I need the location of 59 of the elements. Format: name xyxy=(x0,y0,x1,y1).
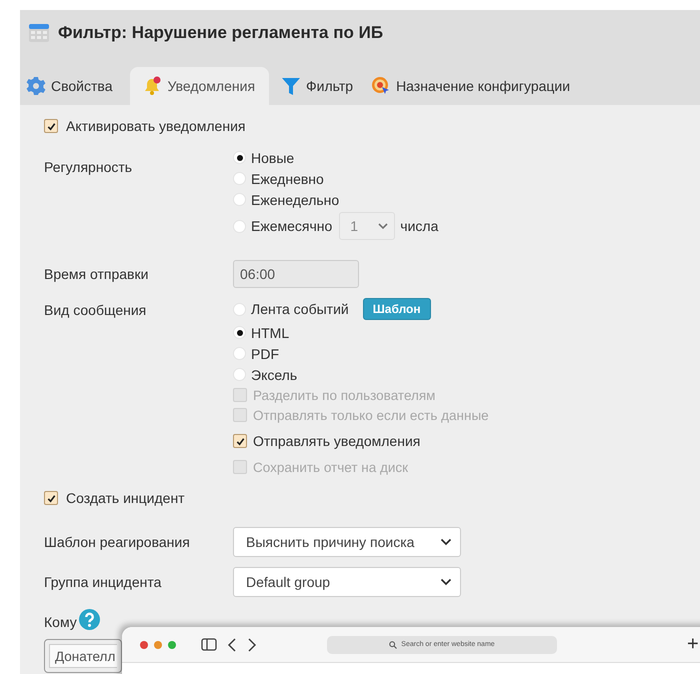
field-suffix: числа xyxy=(400,218,438,234)
tab[interactable]: Свойства xyxy=(22,67,126,105)
radio-label: Новые xyxy=(251,150,294,166)
checkmark-icon xyxy=(234,436,246,446)
calendar-icon xyxy=(28,23,50,43)
tab[interactable]: Фильтр xyxy=(277,67,368,105)
time-field[interactable]: 06:00 xyxy=(233,260,359,288)
radio-button[interactable] xyxy=(233,368,246,381)
checkbox-label: Активировать уведомления xyxy=(66,118,246,134)
field-label: Кому xyxy=(44,613,77,630)
checkbox-label: Отправлять только если есть данные xyxy=(253,408,489,422)
gear-icon xyxy=(26,76,46,96)
radio-button[interactable] xyxy=(233,172,246,185)
field-label: Группа инцидента xyxy=(44,574,162,590)
checkbox-label: Создать инцидент xyxy=(66,490,185,506)
radio-label: Лента событий xyxy=(251,301,349,317)
checkbox[interactable] xyxy=(233,434,247,448)
new-tab-button[interactable]: + xyxy=(687,633,699,656)
radio-button[interactable] xyxy=(233,220,246,232)
checkbox[interactable] xyxy=(44,491,58,505)
radio-button[interactable] xyxy=(233,193,246,206)
field-label: Время отправки xyxy=(44,266,150,282)
bell-icon xyxy=(142,76,162,96)
radio-button[interactable] xyxy=(233,326,246,339)
window-title: Фильтр: Нарушение регламента по ИБ xyxy=(58,23,384,43)
chevron-down-icon xyxy=(378,222,388,230)
tab[interactable]: Уведомления xyxy=(130,67,270,105)
window-controls-icon[interactable] xyxy=(139,640,179,650)
checkbox-label: Отправлять уведомления xyxy=(253,433,420,449)
chevron-down-icon xyxy=(440,538,452,546)
back-icon[interactable] xyxy=(227,638,237,652)
radio-button[interactable] xyxy=(233,347,246,360)
checkmark-icon xyxy=(46,120,56,132)
target-icon xyxy=(371,76,392,96)
radio-label: Эксель xyxy=(251,366,298,382)
recipients-field[interactable]: Донателл xyxy=(49,644,117,668)
radio-label: Еженедельно xyxy=(251,192,340,208)
sidebar-icon[interactable] xyxy=(201,638,217,651)
radio-label: HTML xyxy=(251,324,290,340)
radio-button[interactable] xyxy=(233,151,246,164)
radio-label: Ежедневно xyxy=(251,170,324,186)
field-label: Регулярность xyxy=(44,158,134,177)
checkbox-label: Разделить по пользователям xyxy=(253,388,436,402)
help-icon[interactable] xyxy=(78,608,100,630)
radio-label: Ежемесячно xyxy=(251,218,332,234)
checkbox-label: Сохранить отчет на диск xyxy=(253,460,408,474)
field-label: Вид сообщения xyxy=(44,301,148,320)
search-icon xyxy=(389,640,398,648)
tab[interactable]: Назначение конфигурации xyxy=(367,67,584,105)
radio-label: PDF xyxy=(251,346,279,362)
forward-icon[interactable] xyxy=(247,638,257,652)
template-dropdown[interactable]: Выяснить причину поиска xyxy=(233,527,461,557)
funnel-icon xyxy=(281,76,302,96)
checkbox[interactable] xyxy=(44,119,58,133)
field-label: Шаблон реагирования xyxy=(44,534,191,550)
checkmark-icon xyxy=(46,492,56,504)
group-dropdown[interactable]: Default group xyxy=(233,567,461,597)
radio-button[interactable] xyxy=(233,302,246,316)
chevron-down-icon xyxy=(440,578,452,586)
